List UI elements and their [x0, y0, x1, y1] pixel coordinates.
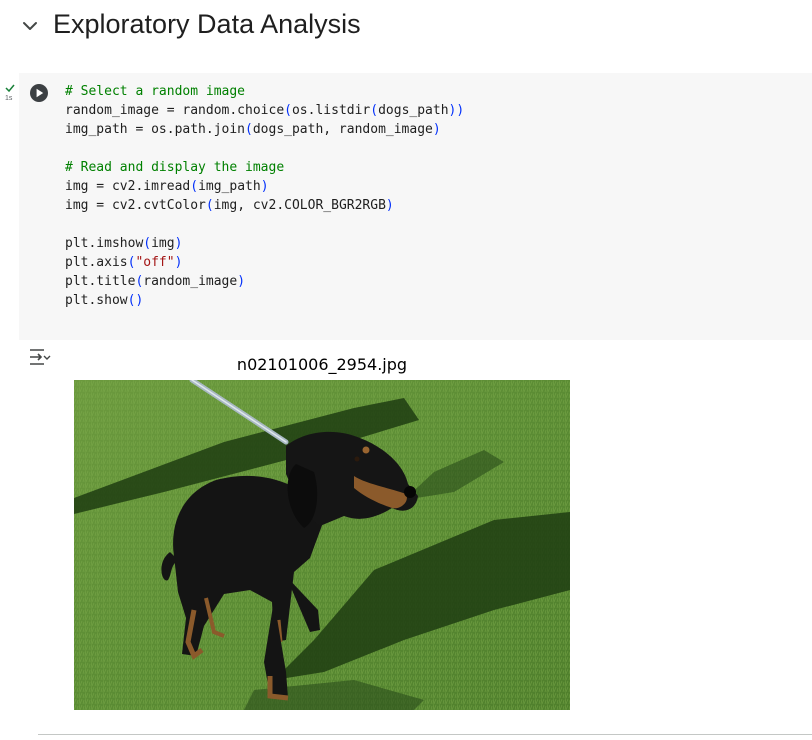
section-title: Exploratory Data Analysis: [53, 9, 361, 39]
code-token: img: [151, 236, 175, 251]
code-line: plt.axis("off"): [65, 253, 464, 272]
code-token: img_path = os.path.join: [65, 122, 246, 137]
section-header: Exploratory Data Analysis: [0, 0, 812, 54]
code-token: random_image = random.choice: [65, 103, 285, 118]
code-line: plt.imshow(img): [65, 234, 464, 253]
code-token-comment: # Read and display the image: [65, 160, 285, 175]
divider: [38, 734, 812, 735]
code-line: plt.title(random_image): [65, 272, 464, 291]
code-token: plt.axis: [65, 255, 128, 270]
code-token: plt.title: [65, 274, 136, 289]
dog-image: [74, 377, 570, 710]
code-line: img = cv2.cvtColor(img, cv2.COLOR_BGR2RG…: [65, 196, 464, 215]
code-line: # Read and display the image: [65, 158, 464, 177]
code-token-paren: (: [190, 179, 199, 194]
code-token: dogs_path: [378, 103, 449, 118]
code-token: os.listdir: [291, 103, 371, 118]
code-token-paren: (: [143, 236, 152, 251]
code-token-paren: ): [237, 274, 246, 289]
code-token-paren: (): [127, 293, 144, 308]
execution-status: 1s: [2, 83, 16, 105]
code-line: plt.show(): [65, 291, 464, 310]
code-token-paren: )): [448, 103, 465, 118]
code-token: random_image: [143, 274, 238, 289]
checkmark-icon: [5, 84, 15, 93]
code-token: img_path: [198, 179, 261, 194]
code-token-paren: (: [370, 103, 379, 118]
code-token: plt.show: [65, 293, 128, 308]
code-token: img = cv2.imread: [65, 179, 191, 194]
execution-duration: 1s: [5, 95, 13, 102]
run-cell-button[interactable]: [28, 82, 50, 104]
output-settings-icon[interactable]: [29, 348, 51, 366]
code-token: dogs_path, random_image: [252, 122, 433, 137]
plot-title: n02101006_2954.jpg: [236, 355, 408, 374]
code-token-string: "off": [135, 255, 175, 270]
code-token-comment: # Select a random image: [65, 84, 246, 99]
code-line: random_image = random.choice(os.listdir(…: [65, 101, 464, 120]
code-token-paren: (: [205, 198, 214, 213]
code-token: img, cv2.COLOR_BGR2RGB: [213, 198, 386, 213]
code-token-paren: (: [245, 122, 253, 137]
code-line: img = cv2.imread(img_path): [65, 177, 464, 196]
code-token-paren: ): [174, 255, 183, 270]
code-editor[interactable]: # Select a random image random_image = ra…: [65, 82, 464, 310]
code-token-paren: ): [260, 179, 269, 194]
code-token: img = cv2.cvtColor: [65, 198, 206, 213]
code-token-paren: ): [385, 198, 394, 213]
code-line: # Select a random image: [65, 82, 464, 101]
chevron-down-icon[interactable]: [20, 15, 40, 37]
code-token-paren: ): [174, 236, 183, 251]
code-token-paren: ): [432, 122, 441, 137]
code-line: img_path = os.path.join(dogs_path, rando…: [65, 120, 464, 139]
code-token-paren: (: [284, 103, 292, 118]
code-token: plt.imshow: [65, 236, 144, 251]
play-circle-icon: [30, 84, 48, 102]
